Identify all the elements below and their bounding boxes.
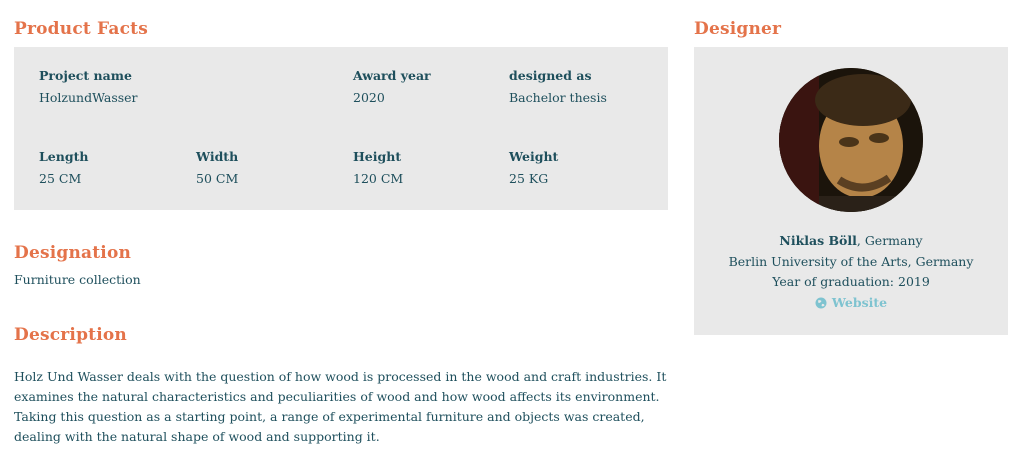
designer-graduation: Year of graduation: 2019	[772, 274, 930, 289]
fact-value: 25 CM	[39, 171, 82, 186]
globe-icon	[815, 297, 827, 309]
avatar-portrait	[779, 68, 923, 212]
fact-project-name: Project name HolzundWasser	[39, 68, 138, 106]
fact-length: Length 25 CM	[39, 149, 88, 187]
fact-value: Bachelor thesis	[509, 90, 607, 105]
designer-university: Berlin University of the Arts, Germany	[728, 254, 974, 269]
fact-label: designed as	[509, 68, 592, 83]
fact-label: Award year	[353, 68, 431, 83]
designer-country: , Germany	[856, 233, 923, 248]
designer-website-line: Website	[694, 293, 1008, 313]
avatar	[779, 68, 923, 212]
designer-name: Niklas Böll	[779, 233, 857, 248]
designer-panel: Niklas Böll, Germany Berlin University o…	[694, 47, 1008, 335]
fact-value: 50 CM	[196, 171, 239, 186]
fact-award-year: Award year 2020	[353, 68, 431, 106]
description-heading: Description	[14, 325, 127, 345]
product-facts-heading: Product Facts	[14, 19, 148, 39]
fact-width: Width 50 CM	[196, 149, 238, 187]
website-label[interactable]: Website	[832, 295, 887, 310]
fact-value: HolzundWasser	[39, 90, 138, 105]
fact-label: Length	[39, 149, 89, 164]
designer-name-line: Niklas Böll, Germany	[694, 231, 1008, 251]
designer-heading: Designer	[694, 19, 782, 39]
fact-value: 25 KG	[509, 171, 549, 186]
fact-label: Height	[353, 149, 402, 164]
fact-height: Height 120 CM	[353, 149, 403, 187]
fact-label: Weight	[509, 149, 559, 164]
designation-heading: Designation	[14, 243, 132, 263]
fact-value: 2020	[353, 90, 385, 105]
fact-weight: Weight 25 KG	[509, 149, 558, 187]
website-link[interactable]: Website	[815, 295, 887, 310]
description-text: Holz Und Wasser deals with the question …	[14, 369, 667, 444]
fact-value: 120 CM	[353, 171, 404, 186]
fact-designed-as: designed as Bachelor thesis	[509, 68, 607, 106]
fact-label: Width	[196, 149, 239, 164]
product-facts-panel: Project name HolzundWasser Award year 20…	[14, 47, 668, 210]
fact-label: Project name	[39, 68, 132, 83]
designation-text: Furniture collection	[14, 272, 141, 287]
